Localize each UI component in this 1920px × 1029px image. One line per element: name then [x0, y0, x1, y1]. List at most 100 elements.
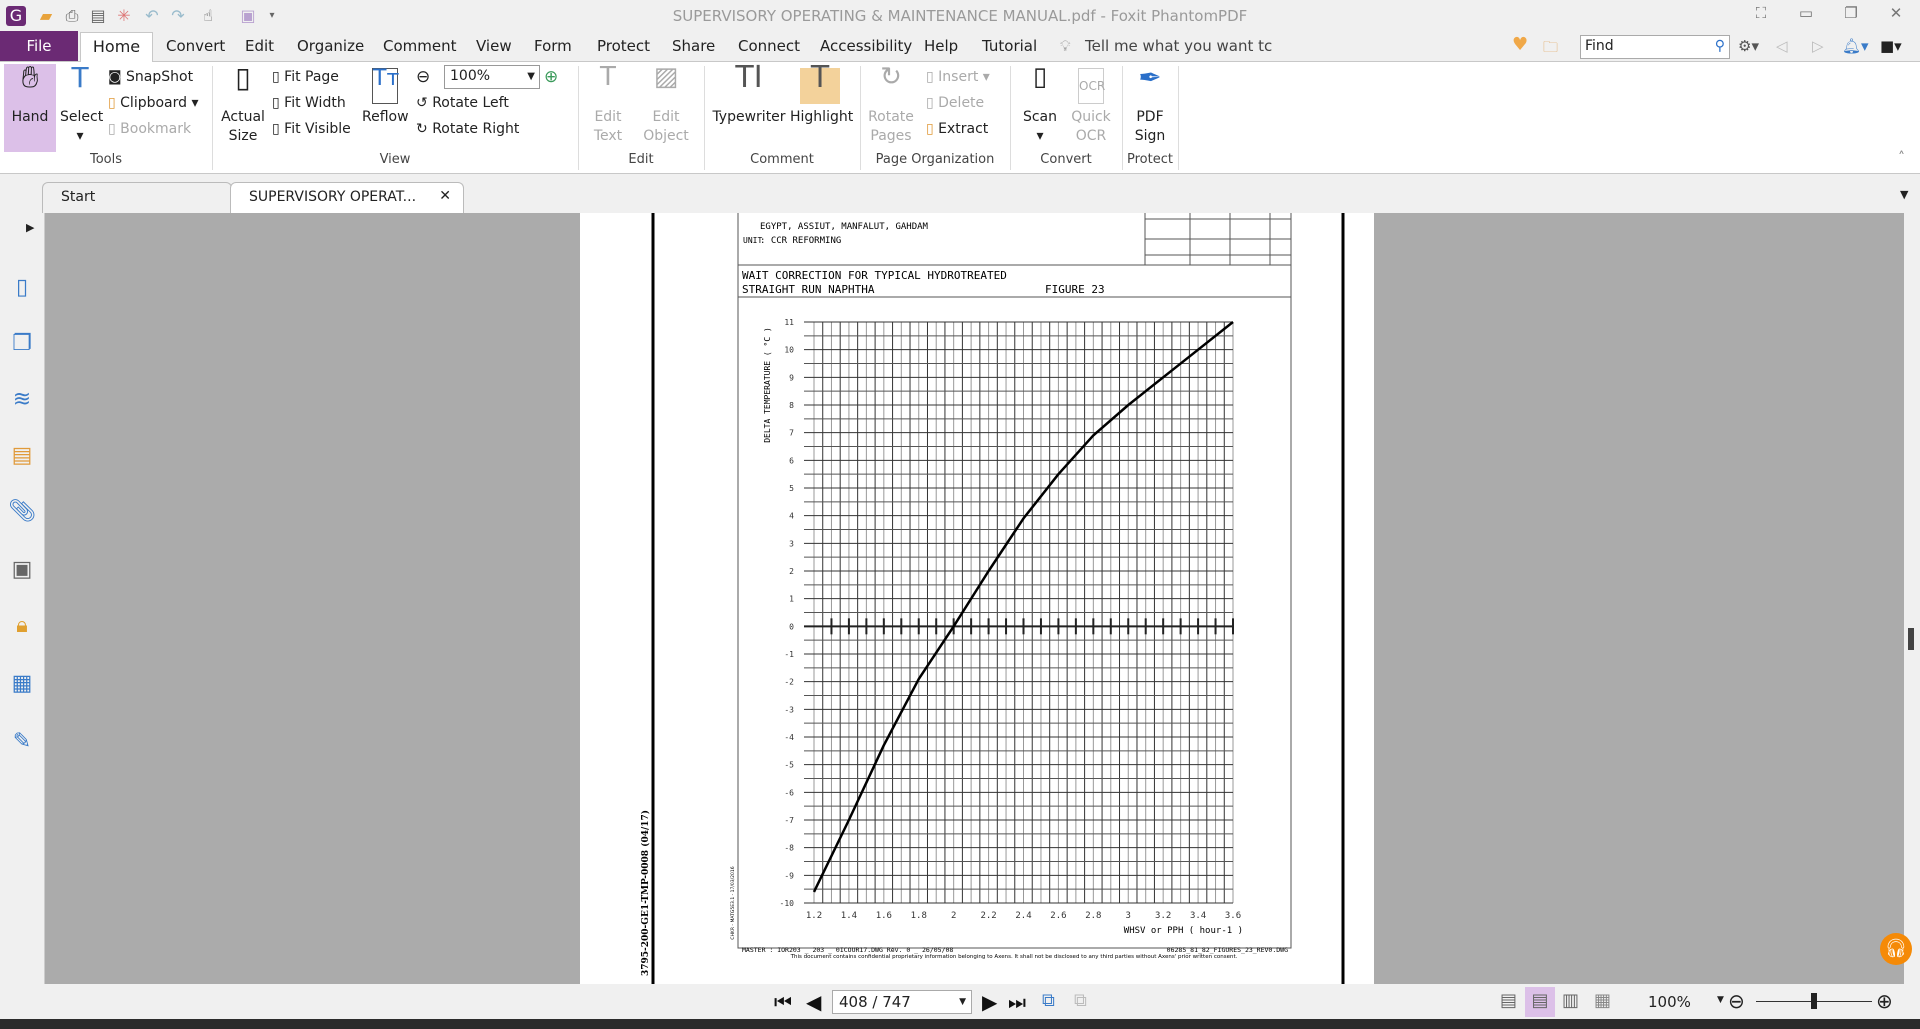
- select-button[interactable]: T Select ▾: [60, 64, 103, 146]
- tab-convert[interactable]: Convert: [166, 37, 225, 55]
- rotate-left-button[interactable]: ↺ Rotate Left: [416, 95, 509, 111]
- zoom-dropdown-icon[interactable]: ▼: [1717, 995, 1724, 1005]
- edit-object-button[interactable]: ▨ Edit Object: [634, 64, 698, 146]
- chevron-down-icon: ▼: [527, 71, 535, 82]
- delete-button[interactable]: ▯ Delete: [926, 95, 984, 111]
- page-icon[interactable]: ▯: [8, 275, 36, 303]
- collapse-ribbon-icon[interactable]: ˄: [1898, 150, 1905, 166]
- zoom-in-icon[interactable]: ⊕: [544, 67, 558, 87]
- zoom-out-icon[interactable]: ⊖: [416, 67, 430, 87]
- tab-view[interactable]: View: [476, 37, 512, 55]
- hand-tool-button[interactable]: ✋︎ Hand: [4, 63, 56, 152]
- form-fields-icon[interactable]: ▦: [8, 671, 36, 699]
- footer-master: MASTER : IOR203 _ 203 _ 0ICOUR17.DWG Rev…: [742, 946, 953, 954]
- zoom-in-button[interactable]: ⊕: [1876, 989, 1893, 1013]
- comments-icon[interactable]: ▤: [8, 443, 36, 471]
- page-number-input[interactable]: 408 / 747 ▼: [832, 990, 972, 1014]
- expand-panel-icon[interactable]: ▶: [26, 221, 34, 234]
- tab-start[interactable]: Start: [42, 182, 232, 213]
- single-page-view-icon[interactable]: ▤: [1500, 990, 1517, 1011]
- thumbnails-icon[interactable]: ❐: [8, 331, 36, 359]
- scan-button[interactable]: ▯ Scan ▾: [1018, 62, 1062, 146]
- snapshot-button[interactable]: ◙ SnapShot: [108, 69, 193, 85]
- tab-share[interactable]: Share: [672, 37, 715, 55]
- certificate-icon[interactable]: ✎: [8, 729, 36, 757]
- zoom-slider-thumb[interactable]: [1811, 993, 1817, 1009]
- y-tick-label: -4: [784, 733, 794, 742]
- fit-visible-button[interactable]: ▯ Fit Visible: [272, 121, 351, 137]
- tab-list-dropdown-icon[interactable]: ▼: [1900, 188, 1908, 201]
- zoom-level[interactable]: 100%: [1648, 993, 1691, 1011]
- minimize-button[interactable]: ▭: [1795, 4, 1817, 26]
- reflow-button[interactable]: Tт Reflow: [362, 68, 409, 127]
- tab-help[interactable]: Help: [924, 37, 958, 55]
- pdf-sign-button[interactable]: ✒︎ PDF Sign: [1128, 64, 1172, 146]
- continuous-view-icon[interactable]: ▤: [1525, 987, 1555, 1017]
- signatures-icon[interactable]: ▣: [8, 557, 36, 585]
- heart-icon[interactable]: ♥: [1512, 34, 1528, 55]
- close-button[interactable]: ✕: [1885, 4, 1907, 26]
- attachment-icon[interactable]: 📎︎: [8, 499, 36, 527]
- clipboard-button[interactable]: ▯ Clipboard ▾: [108, 95, 199, 111]
- layers-icon[interactable]: ≋: [8, 387, 36, 415]
- tab-form[interactable]: Form: [534, 37, 572, 55]
- bookmark-button[interactable]: ▯ Bookmark: [108, 121, 191, 137]
- prev-result-icon[interactable]: ◁: [1776, 37, 1788, 55]
- file-menu[interactable]: File: [0, 31, 78, 61]
- continuous-facing-view-icon[interactable]: ▦: [1594, 990, 1611, 1011]
- tab-protect[interactable]: Protect: [597, 37, 650, 55]
- y-tick-label: -6: [784, 788, 794, 797]
- notification-bell-icon[interactable]: 🔔︎▾: [1842, 37, 1869, 55]
- insert-button[interactable]: ▯ Insert ▾: [926, 69, 990, 85]
- next-result-icon[interactable]: ▷: [1812, 37, 1824, 55]
- tab-home[interactable]: Home: [80, 32, 153, 62]
- edit-text-button[interactable]: T Edit Text: [584, 64, 632, 146]
- typewriter-button[interactable]: TI Typewriter: [710, 60, 788, 127]
- close-tab-icon[interactable]: ✕: [439, 188, 451, 204]
- settings-icon[interactable]: ⚙▾: [1738, 37, 1759, 55]
- quick-ocr-button[interactable]: OCR Quick OCR: [1068, 68, 1114, 146]
- tab-connect[interactable]: Connect: [738, 37, 800, 55]
- user-avatar-icon[interactable]: ■▾: [1880, 37, 1902, 55]
- tab-document[interactable]: SUPERVISORY OPERAT... ✕: [230, 182, 464, 213]
- extract-button[interactable]: ▯ Extract: [926, 121, 988, 137]
- next-page-button[interactable]: ▶: [982, 990, 997, 1014]
- first-page-button[interactable]: ⏮: [774, 990, 792, 1014]
- y-tick-label: -3: [784, 705, 794, 714]
- header-unit: : CCR REFORMING: [760, 236, 841, 246]
- find-input[interactable]: Find ⚲: [1580, 35, 1730, 59]
- vertical-scrollbar[interactable]: [1904, 213, 1920, 984]
- next-view-icon[interactable]: ⧉: [1074, 990, 1087, 1011]
- facing-view-icon[interactable]: ▥: [1562, 990, 1579, 1011]
- left-sidebar: ▶ ▯ ❐ ≋ ▤ 📎︎ ▣ 🔒︎ ▦ ✎: [0, 213, 45, 984]
- fullscreen-icon[interactable]: ⛶: [1750, 4, 1772, 26]
- fit-page-button[interactable]: ▯ Fit Page: [272, 69, 339, 85]
- typewriter-icon: TI: [735, 60, 763, 95]
- restore-button[interactable]: ❐: [1840, 4, 1862, 26]
- tab-accessibility[interactable]: Accessibility: [820, 37, 912, 55]
- y-tick-label: 11: [784, 318, 794, 327]
- help-headset-icon[interactable]: 🎧︎: [1880, 933, 1912, 965]
- security-lock-icon[interactable]: 🔒︎: [8, 613, 36, 641]
- highlight-button[interactable]: T Highlight: [790, 63, 853, 127]
- previous-view-icon[interactable]: ⧉: [1042, 990, 1055, 1011]
- rotate-right-button[interactable]: ↻ Rotate Right: [416, 121, 519, 137]
- tab-comment[interactable]: Comment: [383, 37, 457, 55]
- zoom-out-button[interactable]: ⊖: [1728, 989, 1745, 1013]
- search-icon[interactable]: ⚲: [1715, 38, 1725, 54]
- search-folder-icon[interactable]: 🗀︎: [1543, 37, 1558, 62]
- tab-edit[interactable]: Edit: [245, 37, 274, 55]
- scan-icon: ▯: [1032, 62, 1048, 92]
- x-tick-label: 1.6: [876, 911, 892, 921]
- last-page-button[interactable]: ⏭: [1008, 990, 1026, 1014]
- actual-size-button[interactable]: ▯ Actual Size: [218, 64, 268, 146]
- tell-me-input[interactable]: Tell me what you want tc: [1085, 37, 1272, 55]
- tab-tutorial[interactable]: Tutorial: [982, 37, 1037, 55]
- tab-organize[interactable]: Organize: [297, 37, 364, 55]
- fit-width-button[interactable]: ▯ Fit Width: [272, 95, 346, 111]
- zoom-select[interactable]: 100% ▼: [444, 65, 540, 89]
- scrollbar-thumb[interactable]: [1908, 628, 1914, 650]
- previous-page-button[interactable]: ◀: [806, 990, 821, 1014]
- rotate-pages-button[interactable]: ↻ Rotate Pages: [864, 64, 918, 146]
- checker-stamp: CHKR - MATG5E3.1 - 17/03/2016: [730, 866, 736, 939]
